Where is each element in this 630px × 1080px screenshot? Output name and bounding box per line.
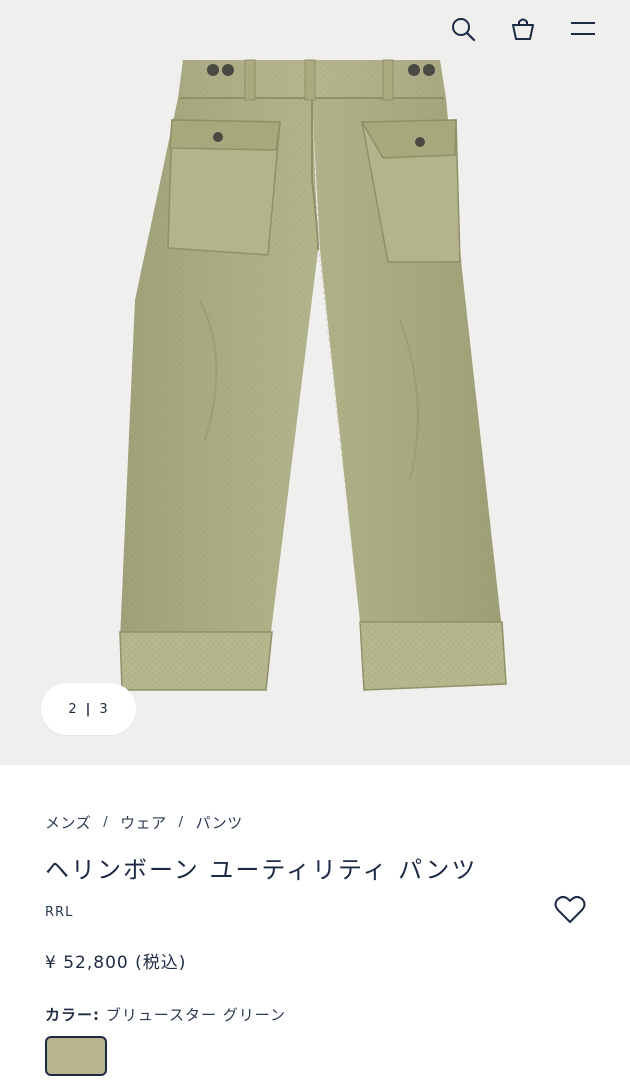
- pager-separator: |: [85, 701, 92, 717]
- pager-current: 2: [68, 701, 78, 717]
- color-row: カラー: ブリュースター グリーン: [45, 1004, 585, 1025]
- search-icon: [452, 18, 476, 42]
- breadcrumb-separator: /: [103, 815, 109, 830]
- breadcrumb-item-mens[interactable]: メンズ: [45, 812, 91, 833]
- breadcrumb-item-wear[interactable]: ウェア: [120, 812, 167, 833]
- product-title: ヘリンボーン ユーティリティ パンツ: [45, 856, 478, 884]
- gallery-pager[interactable]: 2 | 3: [41, 683, 136, 735]
- pager-total: 3: [99, 701, 109, 717]
- product-price: ¥ 52,800 (税込): [45, 953, 187, 974]
- product-image[interactable]: [0, 0, 630, 765]
- color-label: カラー:: [45, 1006, 100, 1025]
- color-swatch[interactable]: [45, 1036, 107, 1076]
- top-navigation: [446, 12, 600, 46]
- menu-button[interactable]: [566, 12, 600, 46]
- favorite-button[interactable]: [554, 895, 586, 927]
- breadcrumb-separator: /: [178, 815, 184, 830]
- search-button[interactable]: [446, 12, 480, 46]
- brand-name[interactable]: RRL: [45, 905, 585, 920]
- breadcrumb-item-pants[interactable]: パンツ: [196, 812, 243, 833]
- cart-button[interactable]: [506, 12, 540, 46]
- shopping-bag-icon: [512, 18, 534, 40]
- color-value: ブリュースター グリーン: [105, 1006, 287, 1025]
- product-info: メンズ / ウェア / パンツ ヘリンボーン ユーティリティ パンツ RRL ¥…: [0, 812, 630, 1025]
- menu-icon: [571, 22, 595, 35]
- heart-icon: [554, 895, 586, 923]
- breadcrumb: メンズ / ウェア / パンツ: [45, 812, 585, 833]
- product-gallery[interactable]: 2 | 3: [0, 0, 630, 765]
